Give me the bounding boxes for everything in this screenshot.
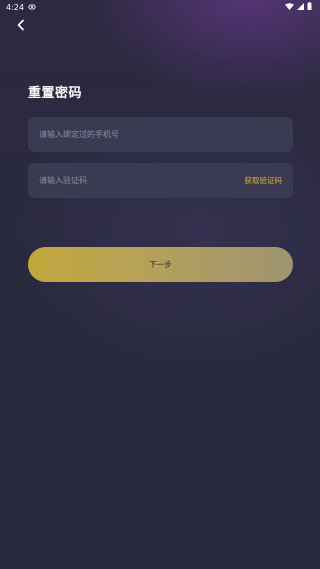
phone-field xyxy=(28,117,293,152)
get-code-button[interactable]: 获取验证码 xyxy=(245,175,283,186)
wifi-icon xyxy=(285,2,294,12)
code-input[interactable] xyxy=(39,163,245,198)
code-field: 获取验证码 xyxy=(28,163,293,198)
page-title: 重置密码 xyxy=(28,86,83,101)
status-bar: 4:24 xyxy=(0,0,320,14)
notification-icon xyxy=(28,3,36,12)
next-button[interactable]: 下一步 xyxy=(28,247,293,282)
signal-icon xyxy=(297,2,304,12)
battery-icon xyxy=(307,2,312,12)
chevron-left-icon xyxy=(16,16,26,35)
status-time: 4:24 xyxy=(6,2,24,12)
status-right xyxy=(285,2,312,12)
next-button-label: 下一步 xyxy=(149,260,172,269)
phone-input[interactable] xyxy=(39,117,282,152)
back-button[interactable] xyxy=(12,16,30,34)
status-left: 4:24 xyxy=(6,3,36,12)
